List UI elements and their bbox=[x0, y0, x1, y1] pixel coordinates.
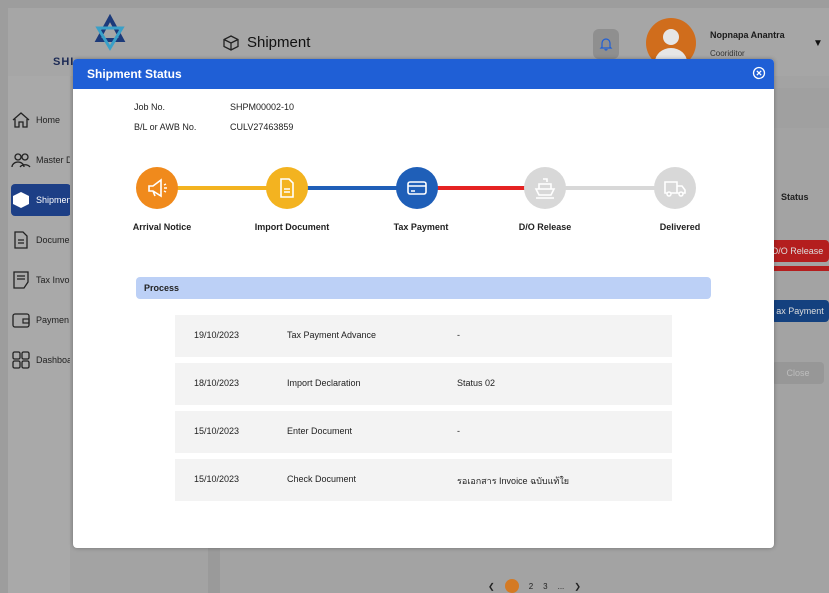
sidebar-item-label: Shipmen bbox=[36, 195, 71, 205]
page-3-button[interactable]: 3 bbox=[543, 582, 547, 591]
step-label: Delivered bbox=[659, 222, 701, 232]
job-no-label: Job No. bbox=[134, 102, 166, 112]
page-ellipsis: ... bbox=[557, 581, 565, 591]
pagination: ❮ 2 3 ... ❯ bbox=[488, 579, 581, 593]
step-label: D/O Release bbox=[518, 222, 572, 232]
invoice-icon bbox=[13, 271, 29, 289]
status-column-header: Status bbox=[781, 192, 809, 202]
close-button[interactable]: Close bbox=[772, 362, 824, 384]
dashboard-icon bbox=[12, 351, 30, 369]
truck-icon bbox=[664, 181, 686, 197]
bl-value: CULV27463859 bbox=[230, 122, 294, 132]
sidebar-item-master-data[interactable]: Master D bbox=[11, 144, 71, 176]
sidebar-item-label: Tax Invo bbox=[36, 275, 70, 285]
user-role: Cooriditor bbox=[710, 49, 745, 58]
chevron-right-icon[interactable]: ❯ bbox=[574, 582, 581, 591]
step-label: Tax Payment bbox=[393, 222, 449, 232]
chevron-down-icon[interactable]: ▼ bbox=[813, 38, 823, 49]
row-date: 15/10/2023 bbox=[194, 474, 240, 484]
home-icon bbox=[12, 112, 30, 128]
step-arrival-notice[interactable] bbox=[136, 167, 178, 209]
sidebar-item-label: Paymen bbox=[36, 315, 70, 325]
user-name: Nopnapa Anantra bbox=[710, 30, 785, 40]
row-note: รอเอกสาร Invoice ฉบับแท้ใย bbox=[457, 476, 570, 486]
row-date: 15/10/2023 bbox=[194, 426, 240, 436]
sidebar-item-tax-invoice[interactable]: Tax Invo bbox=[11, 264, 71, 296]
row-date: 18/10/2023 bbox=[194, 378, 240, 388]
row-note: - bbox=[457, 426, 460, 436]
sidebar-item-label: Master D bbox=[36, 155, 71, 165]
step-tax-payment[interactable] bbox=[396, 167, 438, 209]
sidebar-item-label: Dashboa bbox=[36, 355, 71, 365]
document-icon bbox=[280, 178, 294, 198]
row-note: - bbox=[457, 330, 460, 340]
job-no-value: SHPM00002-10 bbox=[230, 102, 295, 112]
box-icon bbox=[13, 192, 29, 208]
process-section-header: Process bbox=[136, 277, 711, 299]
users-icon bbox=[11, 153, 31, 168]
page-2-button[interactable]: 2 bbox=[529, 582, 533, 591]
notification-button[interactable] bbox=[593, 29, 619, 59]
step-label: Arrival Notice bbox=[132, 222, 192, 232]
sidebar: Home Master D Shipmen Docume Tax Invo Pa… bbox=[8, 76, 71, 593]
do-release-button[interactable]: D/O Release bbox=[766, 240, 829, 262]
wallet-icon bbox=[12, 313, 30, 328]
step-label: Import Document bbox=[254, 222, 330, 232]
sidebar-item-payment[interactable]: Paymen bbox=[11, 304, 71, 336]
table-row: 15/10/2023 Check Document รอเอกสาร Invoi… bbox=[175, 459, 672, 501]
step-do-release[interactable] bbox=[524, 167, 566, 209]
status-stepper: Arrival Notice Import Document Tax Payme… bbox=[73, 164, 774, 254]
megaphone-icon bbox=[148, 178, 167, 198]
row-activity: Check Document bbox=[287, 474, 357, 484]
table-row: 18/10/2023 Import Declaration Status 02 bbox=[175, 363, 672, 405]
modal-title: Shipment Status bbox=[87, 67, 182, 81]
ship-icon bbox=[534, 178, 556, 199]
row-note: Status 02 bbox=[457, 378, 496, 388]
box-icon bbox=[223, 34, 239, 51]
table-row: 19/10/2023 Tax Payment Advance - bbox=[175, 315, 672, 357]
sidebar-item-document[interactable]: Docume bbox=[11, 224, 71, 256]
sidebar-item-dashboard[interactable]: Dashboa bbox=[11, 344, 71, 376]
sidebar-item-label: Docume bbox=[36, 235, 70, 245]
page-1-button[interactable] bbox=[504, 579, 519, 593]
document-icon bbox=[14, 231, 28, 249]
sidebar-item-shipment[interactable]: Shipmen bbox=[11, 184, 71, 216]
process-label: Process bbox=[144, 283, 180, 293]
table-row: 15/10/2023 Enter Document - bbox=[175, 411, 672, 453]
card-icon bbox=[407, 181, 427, 195]
page-title: Shipment bbox=[223, 34, 310, 51]
row-activity: Tax Payment Advance bbox=[287, 330, 377, 340]
close-icon[interactable] bbox=[752, 66, 766, 80]
tax-payment-button[interactable]: ax Payment bbox=[771, 300, 829, 322]
modal-header: Shipment Status bbox=[73, 59, 774, 89]
page-title-text: Shipment bbox=[247, 34, 311, 51]
shipment-status-modal: Shipment Status Job No. SHPM00002-10 B/L… bbox=[73, 59, 774, 548]
chevron-left-icon[interactable]: ❮ bbox=[488, 582, 495, 591]
row-date: 19/10/2023 bbox=[194, 330, 240, 340]
row-activity: Enter Document bbox=[287, 426, 353, 436]
bl-label: B/L or AWB No. bbox=[134, 122, 197, 132]
sidebar-item-home[interactable]: Home bbox=[11, 104, 71, 136]
bell-icon bbox=[599, 38, 613, 51]
sidebar-item-label: Home bbox=[36, 115, 61, 125]
step-delivered[interactable] bbox=[654, 167, 696, 209]
logo-text: SHI bbox=[53, 56, 75, 68]
row-activity: Import Declaration bbox=[287, 378, 361, 388]
step-import-document[interactable] bbox=[266, 167, 308, 209]
red-underline bbox=[766, 266, 829, 271]
